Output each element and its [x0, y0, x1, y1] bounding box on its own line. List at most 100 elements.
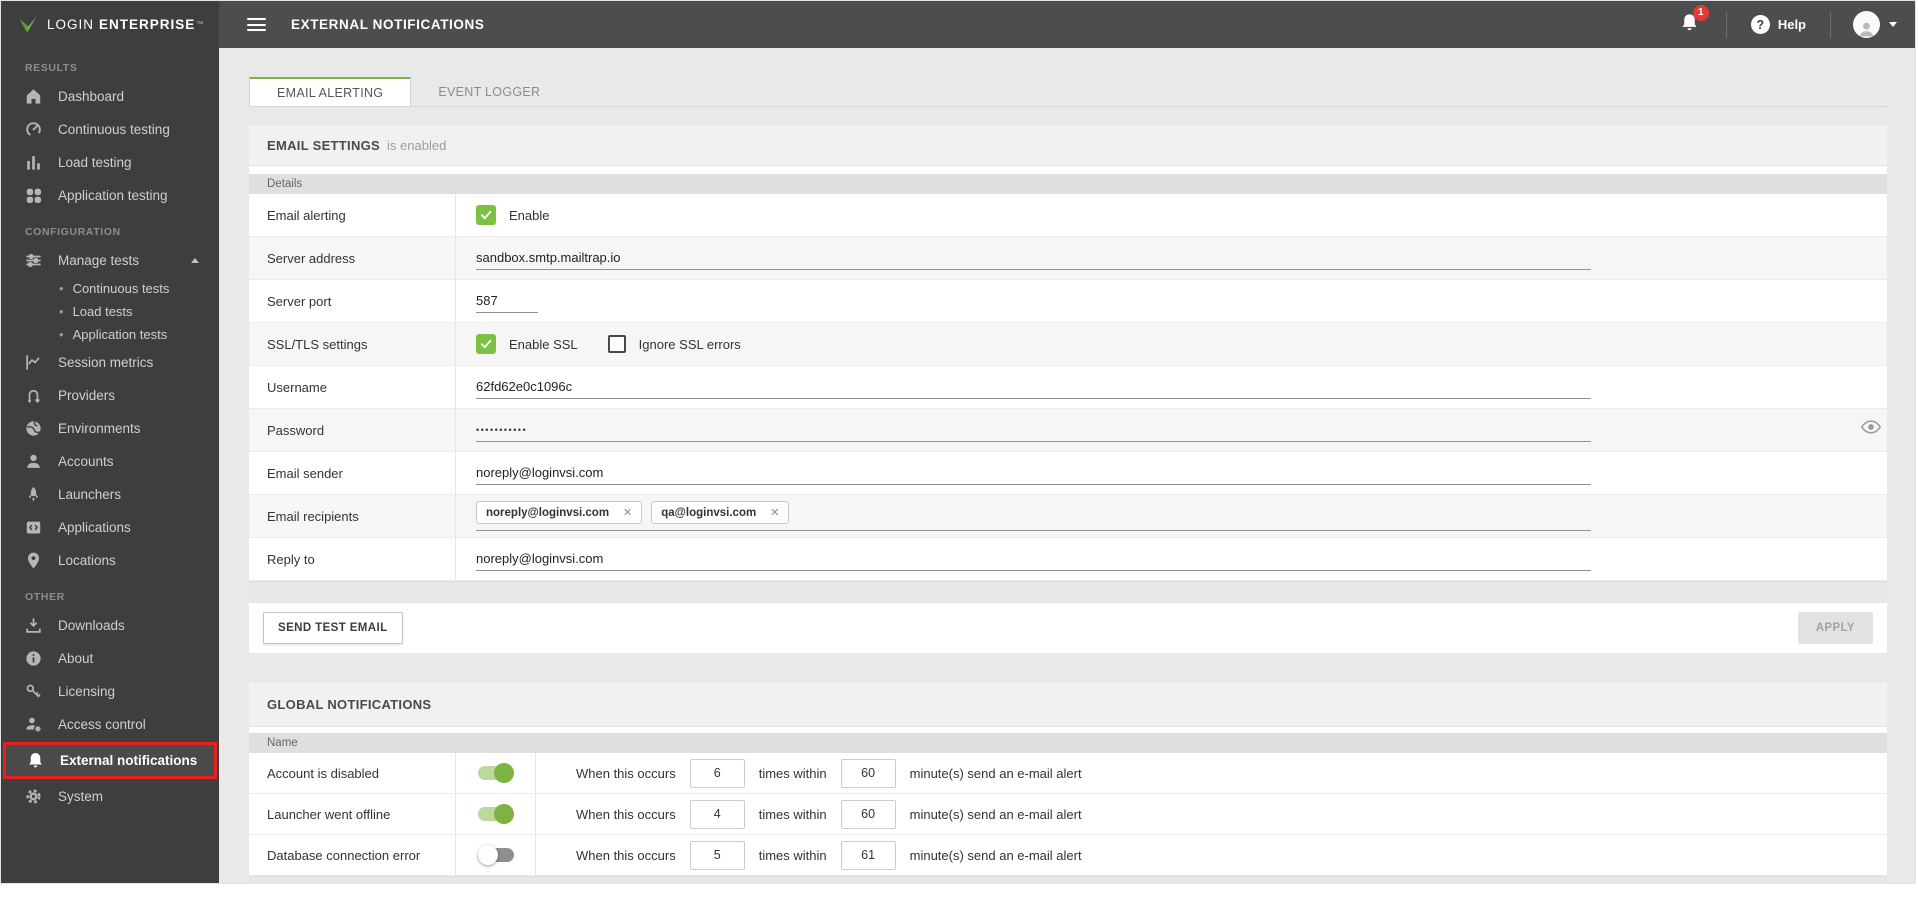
email-alerting-row: Email alerting Enable: [249, 194, 1887, 237]
sidebar-item-providers[interactable]: Providers: [1, 379, 219, 412]
within-minutes-input[interactable]: [840, 758, 896, 788]
server-port-input[interactable]: [476, 289, 538, 313]
tab-event-logger[interactable]: EVENT LOGGER: [411, 77, 567, 106]
sidebar-section-other: OTHER: [25, 591, 65, 603]
sidebar-item-launchers[interactable]: Launchers: [1, 478, 219, 511]
map-pin-icon: [23, 551, 43, 571]
within-minutes-input[interactable]: [840, 840, 896, 870]
sidebar-item-access-control[interactable]: Access control: [1, 708, 219, 741]
sidebar-item-about[interactable]: About: [1, 642, 219, 675]
sidebar-item-load-testing[interactable]: Load testing: [1, 146, 219, 179]
global-notifications-card: GLOBAL NOTIFICATIONS Name Account is dis…: [249, 683, 1887, 883]
notifications-bell-button[interactable]: 1: [1679, 4, 1709, 38]
tab-bar: EMAIL ALERTING EVENT LOGGER: [249, 77, 1887, 107]
email-sender-input[interactable]: [476, 461, 1591, 485]
name-header: Name: [249, 733, 1887, 753]
sidebar-item-application-testing[interactable]: Application testing: [1, 179, 219, 212]
global-notifications-title: GLOBAL NOTIFICATIONS: [267, 697, 432, 712]
line-chart-icon: [23, 353, 43, 373]
email-settings-card: EMAIL SETTINGS is enabled Details Email …: [249, 125, 1887, 653]
chevron-down-icon: [1889, 22, 1897, 27]
enable-checkbox[interactable]: [476, 205, 496, 225]
database-error-toggle[interactable]: [477, 845, 514, 865]
sidebar-item-application-tests[interactable]: • Application tests: [1, 323, 219, 346]
bullet-icon: •: [59, 327, 64, 342]
details-header: Details: [249, 174, 1887, 194]
sidebar-item-downloads[interactable]: Downloads: [1, 609, 219, 642]
chevron-up-icon[interactable]: [191, 258, 199, 263]
gear-icon: [23, 787, 43, 807]
person-icon: [23, 452, 43, 472]
occurs-count-input[interactable]: [689, 799, 745, 829]
sidebar-item-continuous-testing[interactable]: Continuous testing: [1, 113, 219, 146]
recipient-chips[interactable]: noreply@loginvsi.com ✕ qa@loginvsi.com ✕: [476, 501, 1591, 531]
recipient-chip: noreply@loginvsi.com ✕: [476, 501, 643, 524]
password-input[interactable]: [476, 418, 1591, 442]
sidebar-item-applications[interactable]: Applications: [1, 511, 219, 544]
ignore-ssl-errors-checkbox[interactable]: [607, 335, 626, 353]
password-row: Password: [249, 409, 1887, 452]
within-minutes-input[interactable]: [840, 799, 896, 829]
content-area: EMAIL ALERTING EVENT LOGGER EMAIL SETTIN…: [219, 48, 1915, 883]
email-recipients-row: Email recipients noreply@loginvsi.com ✕ …: [249, 495, 1887, 538]
occurs-count-input[interactable]: [689, 758, 745, 788]
email-settings-header: EMAIL SETTINGS is enabled: [249, 125, 1887, 166]
page-title: EXTERNAL NOTIFICATIONS: [291, 17, 485, 32]
sidebar-item-licensing[interactable]: Licensing: [1, 675, 219, 708]
sidebar-item-dashboard[interactable]: Dashboard: [1, 80, 219, 113]
occurs-count-input[interactable]: [689, 840, 745, 870]
password-visibility-icon[interactable]: [1860, 420, 1882, 439]
server-address-input[interactable]: [476, 246, 1591, 270]
account-disabled-toggle[interactable]: [477, 763, 514, 783]
sidebar: LOGIN ENTERPRISE ™ RESULTS Dashboard Con…: [1, 1, 219, 883]
reply-to-input[interactable]: [476, 547, 1591, 571]
info-icon: [23, 649, 43, 669]
send-test-email-button[interactable]: SEND TEST EMAIL: [263, 612, 403, 644]
recipient-chip: qa@loginvsi.com ✕: [651, 501, 790, 524]
sidebar-item-locations[interactable]: Locations: [1, 544, 219, 577]
user-menu-button[interactable]: [1831, 11, 1915, 38]
gauge-icon: [23, 120, 43, 140]
table-footer-strip: [249, 876, 1887, 883]
username-row: Username: [249, 366, 1887, 409]
person-gear-icon: [23, 715, 43, 735]
sidebar-item-session-metrics[interactable]: Session metrics: [1, 346, 219, 379]
app-window: LOGIN ENTERPRISE ™ RESULTS Dashboard Con…: [0, 0, 1916, 884]
sidebar-item-continuous-tests[interactable]: • Continuous tests: [1, 277, 219, 300]
bullet-icon: •: [59, 281, 64, 296]
apply-button[interactable]: APPLY: [1797, 612, 1873, 644]
home-icon: [23, 87, 43, 107]
sidebar-item-accounts[interactable]: Accounts: [1, 445, 219, 478]
launcher-offline-toggle[interactable]: [477, 804, 514, 824]
tab-email-alerting[interactable]: EMAIL ALERTING: [249, 77, 412, 106]
notification-row-account-disabled: Account is disabled When this occurs tim…: [249, 753, 1887, 794]
notification-row-launcher-offline: Launcher went offline When this occurs t…: [249, 794, 1887, 835]
sidebar-item-load-tests[interactable]: • Load tests: [1, 300, 219, 323]
sidebar-item-external-notifications[interactable]: External notifications: [3, 742, 217, 779]
sidebar-item-system[interactable]: System: [1, 780, 219, 813]
table-footer-strip: [249, 581, 1887, 603]
brand-word-enterprise: ENTERPRISE: [99, 17, 196, 32]
sidebar-item-manage-tests[interactable]: Manage tests: [1, 244, 219, 277]
bullet-icon: •: [59, 304, 64, 319]
question-mark-icon: ?: [1750, 15, 1770, 34]
chip-remove-icon[interactable]: ✕: [770, 506, 779, 519]
globe-icon: [23, 419, 43, 439]
global-notifications-header: GLOBAL NOTIFICATIONS: [249, 683, 1887, 727]
avatar: [1853, 11, 1880, 38]
sidebar-section-results: RESULTS: [25, 62, 78, 74]
sidebar-section-configuration: CONFIGURATION: [25, 226, 121, 238]
server-port-row: Server port: [249, 280, 1887, 323]
code-icon: [23, 518, 43, 538]
download-icon: [23, 616, 43, 636]
username-input[interactable]: [476, 375, 1591, 399]
menu-icon[interactable]: [247, 18, 266, 31]
chip-remove-icon[interactable]: ✕: [623, 506, 632, 519]
brand-logo[interactable]: LOGIN ENTERPRISE ™: [1, 1, 219, 48]
sidebar-item-environments[interactable]: Environments: [1, 412, 219, 445]
brand-word-login: LOGIN: [47, 17, 95, 32]
enable-ssl-checkbox[interactable]: [476, 334, 496, 354]
brand-trademark: ™: [196, 21, 204, 28]
help-button[interactable]: ? Help: [1727, 15, 1830, 34]
providers-route-icon: [23, 386, 43, 406]
